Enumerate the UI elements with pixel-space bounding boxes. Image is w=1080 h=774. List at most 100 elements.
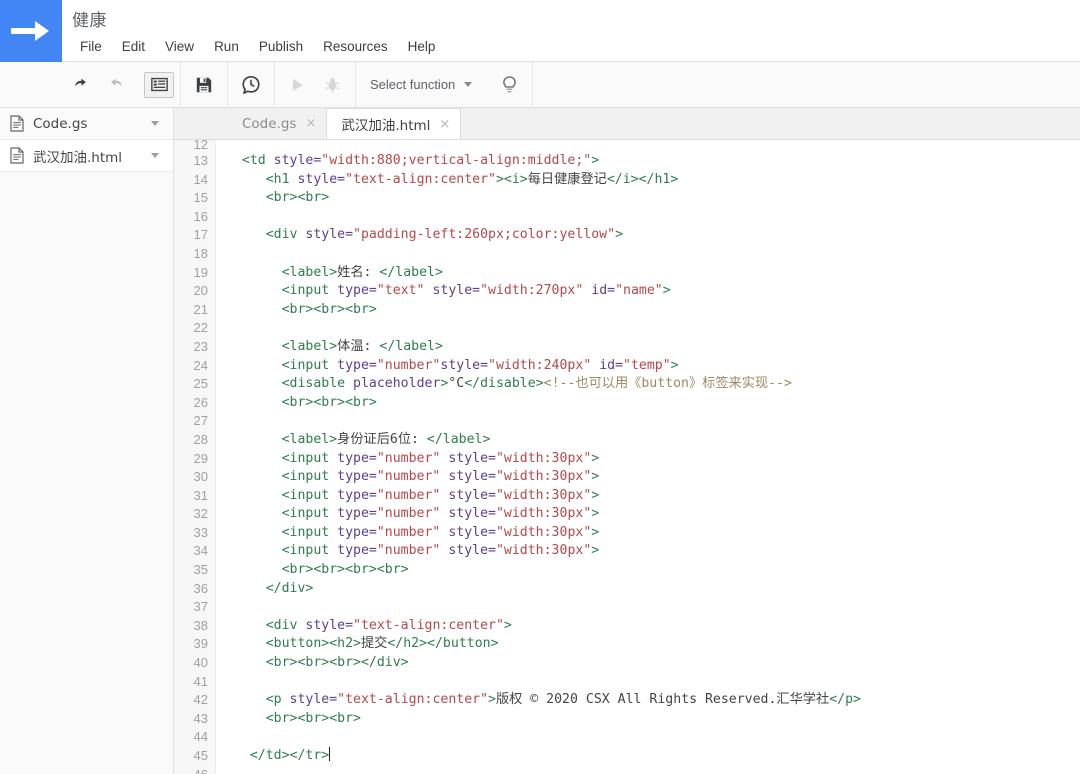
indent-button[interactable]: [144, 71, 174, 98]
code-line[interactable]: 34 <input type="number" style="width:30p…: [174, 542, 1080, 561]
code-token: >: [591, 469, 600, 485]
tab-wuhan-html[interactable]: 武汉加油.html ×: [326, 108, 462, 139]
menu-item-run[interactable]: Run: [204, 36, 249, 57]
menu-item-file[interactable]: File: [70, 36, 112, 57]
debug-button[interactable]: [315, 69, 349, 101]
version-history-button[interactable]: [234, 69, 268, 101]
code-line[interactable]: 17 <div style="padding-left:260px;color:…: [174, 226, 1080, 245]
code-line[interactable]: 44: [174, 728, 1080, 747]
code-line[interactable]: 15 <br><br>: [174, 189, 1080, 208]
code-line[interactable]: 45 </td></tr>: [174, 747, 1080, 766]
file-menu-chevron-down-icon[interactable]: [151, 153, 159, 158]
code-line[interactable]: 22: [174, 319, 1080, 338]
code-token: type=: [337, 487, 377, 503]
code-token: <button><h2>: [265, 636, 361, 652]
menu-item-edit[interactable]: Edit: [112, 36, 155, 57]
code-line[interactable]: 35 <br><br><br><br>: [174, 561, 1080, 580]
code-line[interactable]: 31 <input type="number" style="width:30p…: [174, 487, 1080, 506]
code-token: type=: [337, 469, 377, 485]
code-line[interactable]: 28 <label>身份证后6位: </label>: [174, 431, 1080, 450]
code-token: "width:240px": [488, 357, 592, 373]
code-line[interactable]: 25 <disable placeholder>°C</disable><!--…: [174, 375, 1080, 394]
code-line[interactable]: 18: [174, 245, 1080, 264]
code-line-source: <div style="text-align:center">: [226, 617, 512, 636]
menu-item-help[interactable]: Help: [398, 36, 446, 57]
close-icon[interactable]: ×: [305, 117, 316, 130]
code-line[interactable]: 36 </div>: [174, 580, 1080, 599]
hint-button[interactable]: [492, 69, 526, 101]
code-line[interactable]: 32 <input type="number" style="width:30p…: [174, 505, 1080, 524]
code-token: <input: [281, 283, 338, 299]
code-line[interactable]: 42 <p style="text-align:center">版权 © 202…: [174, 691, 1080, 710]
code-line[interactable]: 20 <input type="text" style="width:270px…: [174, 282, 1080, 301]
code-token: <input: [281, 450, 338, 466]
code-line[interactable]: 23 <label>体温: </label>: [174, 338, 1080, 357]
code-token: style=: [432, 283, 481, 299]
code-line[interactable]: 19 <label>姓名: </label>: [174, 264, 1080, 283]
code-token: "number": [376, 450, 441, 466]
file-menu-chevron-down-icon[interactable]: [151, 121, 159, 126]
code-line[interactable]: 39 <button><h2>提交</h2></button>: [174, 635, 1080, 654]
code-line[interactable]: 16: [174, 208, 1080, 227]
tab-code-gs[interactable]: Code.gs ×: [228, 108, 326, 139]
save-button[interactable]: [187, 69, 221, 101]
code-content[interactable]: 12 13 <td style="width:880;vertical-align…: [174, 140, 1080, 774]
code-line-source: <input type="number" style="width:30px">: [226, 542, 600, 561]
code-line[interactable]: 27: [174, 412, 1080, 431]
code-token: <h1: [265, 171, 298, 187]
code-line[interactable]: 41: [174, 673, 1080, 692]
document-title[interactable]: 健康: [72, 6, 107, 31]
menu-item-resources[interactable]: Resources: [313, 36, 398, 57]
code-token: <input: [281, 469, 338, 485]
line-number: 18: [193, 245, 208, 261]
code-line[interactable]: 14 <h1 style="text-align:center"><i>每日健康…: [174, 171, 1080, 190]
file-sidebar: Code.gs 武汉加油.html: [0, 108, 174, 774]
code-line[interactable]: 33 <input type="number" style="width:30p…: [174, 524, 1080, 543]
code-line[interactable]: 13 <td style="width:880;vertical-align:m…: [174, 152, 1080, 171]
redo-button[interactable]: [98, 69, 132, 101]
run-play-icon: [290, 77, 306, 93]
function-select-dropdown[interactable]: Select function: [356, 62, 486, 108]
code-editor[interactable]: 12 13 <td style="width:880;vertical-align…: [174, 140, 1080, 774]
code-token: type=: [337, 357, 377, 373]
code-line[interactable]: 46: [174, 766, 1080, 774]
code-token: style=: [289, 692, 338, 708]
line-number: 21: [193, 301, 208, 317]
code-token: <label>: [281, 338, 338, 354]
code-line[interactable]: 43 <br><br><br>: [174, 710, 1080, 729]
menu-item-view[interactable]: View: [155, 36, 204, 57]
line-number: 13: [193, 153, 208, 168]
code-line[interactable]: 40 <br><br><br></div>: [174, 654, 1080, 673]
line-number: 30: [193, 469, 208, 485]
code-line[interactable]: 12: [174, 140, 1080, 152]
code-line[interactable]: 26 <br><br><br>: [174, 394, 1080, 413]
line-number: 31: [193, 487, 208, 503]
code-line[interactable]: 38 <div style="text-align:center">: [174, 617, 1080, 636]
undo-button[interactable]: [64, 69, 98, 101]
code-line[interactable]: 30 <input type="number" style="width:30p…: [174, 468, 1080, 487]
menu-item-publish[interactable]: Publish: [249, 36, 313, 57]
line-number: 15: [193, 190, 208, 206]
code-token: <td: [241, 153, 274, 168]
code-line-source: <label>姓名: </label>: [226, 264, 443, 283]
code-line[interactable]: 24 <input type="number"style="width:240p…: [174, 357, 1080, 376]
apps-script-logo[interactable]: [0, 0, 62, 62]
line-number: 22: [193, 320, 208, 336]
code-token: <label>: [281, 431, 338, 447]
clock-history-icon: [241, 75, 261, 95]
sidebar-file-code-gs[interactable]: Code.gs: [0, 108, 173, 140]
code-token: >: [503, 617, 512, 633]
code-line-source: </td></tr>: [226, 747, 331, 766]
sidebar-file-wuhan-html[interactable]: 武汉加油.html: [0, 140, 173, 172]
run-button[interactable]: [281, 69, 315, 101]
code-line[interactable]: 21 <br><br><br>: [174, 301, 1080, 320]
code-token: "temp": [623, 357, 671, 373]
code-line-source: </div>: [226, 580, 314, 599]
close-icon[interactable]: ×: [439, 118, 450, 131]
code-token: <br><br><br>: [265, 710, 361, 726]
code-line[interactable]: 37: [174, 598, 1080, 617]
code-line[interactable]: 29 <input type="number" style="width:30p…: [174, 450, 1080, 469]
